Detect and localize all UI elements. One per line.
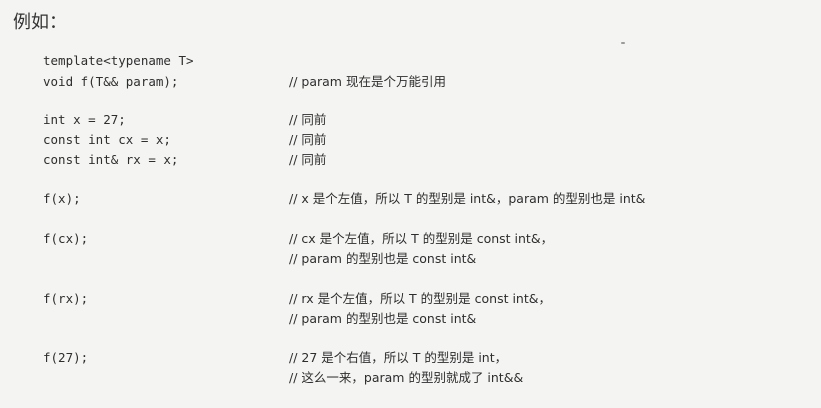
code-line-int-x: int x = 27; (43, 112, 126, 127)
scan-speck (621, 42, 625, 44)
code-line-function-decl: void f(T&& param); (43, 74, 179, 89)
comment-line-function-decl: // param 现在是个万能引用 (289, 74, 446, 89)
code-line-f-rx: f(rx); (43, 291, 89, 306)
code-line-f-cx: f(cx); (43, 231, 89, 246)
code-line-template: template<typename T> (43, 53, 194, 68)
comment-line-f-rx-1: // rx 是个左值，所以 T 的型别是 const int&， (289, 291, 552, 306)
code-line-const-int-ref-rx: const int& rx = x; (43, 152, 179, 167)
comment-line-f-27-1: // 27 是个右值，所以 T 的型别是 int， (289, 350, 508, 365)
comment-line-f-cx-2: // param 的型别也是 const int& (289, 251, 477, 266)
comment-line-f-27-2: // 这么一来，param 的型别就成了 int&& (289, 370, 524, 385)
code-line-const-int-cx: const int cx = x; (43, 132, 171, 147)
code-line-f-x: f(x); (43, 191, 81, 206)
code-line-f-27: f(27); (43, 350, 89, 365)
comment-line-const-int-ref-rx: // 同前 (289, 152, 327, 167)
comment-line-int-x: // 同前 (289, 112, 327, 127)
comment-line-f-x: // x 是个左值，所以 T 的型别是 int&，param 的型别也是 int… (289, 191, 646, 206)
comment-line-f-rx-2: // param 的型别也是 const int& (289, 311, 477, 326)
comment-line-f-cx-1: // cx 是个左值，所以 T 的型别是 const int&， (289, 231, 554, 246)
comment-line-const-int-cx: // 同前 (289, 132, 327, 147)
section-heading: 例如： (13, 12, 67, 33)
